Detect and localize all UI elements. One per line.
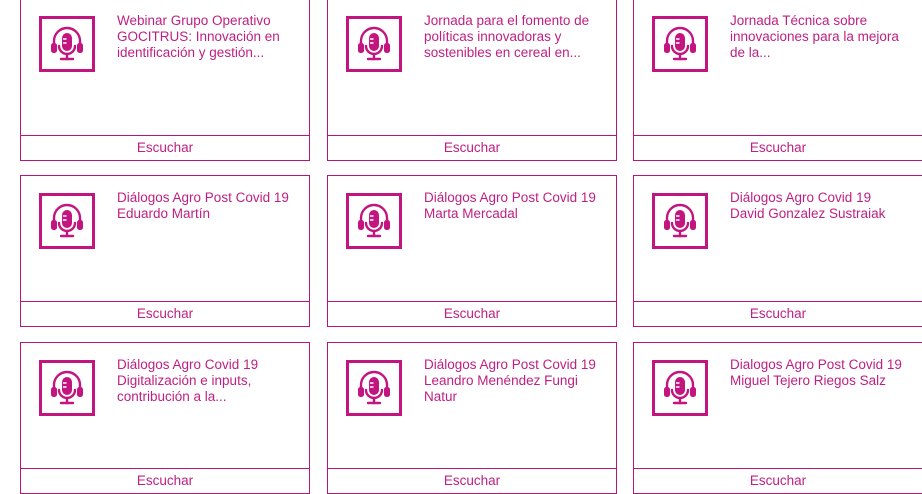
podcast-microphone-icon[interactable] (652, 193, 708, 249)
podcast-microphone-icon[interactable] (652, 16, 708, 72)
podcast-card: Diálogos Agro Covid 19 Digitalización e … (20, 342, 310, 494)
podcast-title[interactable]: Diálogos Agro Post Covid 19 Leandro Mené… (424, 357, 602, 405)
listen-button[interactable]: Escuchar (634, 301, 922, 326)
listen-button[interactable]: Escuchar (328, 301, 616, 326)
listen-button[interactable]: Escuchar (634, 135, 922, 160)
podcast-title[interactable]: Jornada Técnica sobre innovaciones para … (730, 13, 908, 61)
podcast-microphone-icon[interactable] (39, 360, 95, 416)
podcast-microphone-icon[interactable] (652, 360, 708, 416)
podcast-card: Diálogos Agro Post Covid 19 Marta Mercad… (327, 175, 617, 327)
podcast-microphone-icon[interactable] (39, 193, 95, 249)
podcast-card: Dialogos Agro Post Covid 19 Miguel Tejer… (633, 342, 922, 494)
podcast-card: Jornada Técnica sobre innovaciones para … (633, 0, 922, 161)
podcast-card: Diálogos Agro Covid 19 David Gonzalez Su… (633, 175, 922, 327)
podcast-title[interactable]: Diálogos Agro Post Covid 19 Marta Mercad… (424, 190, 602, 222)
podcast-title[interactable]: Diálogos Agro Covid 19 Digitalización e … (117, 357, 295, 405)
listen-button[interactable]: Escuchar (21, 135, 309, 160)
podcast-card: Webinar Grupo Operativo GOCITRUS: Innova… (20, 0, 310, 161)
podcast-card: Diálogos Agro Post Covid 19 Eduardo Mart… (20, 175, 310, 327)
podcast-microphone-icon[interactable] (346, 193, 402, 249)
podcast-grid: Webinar Grupo Operativo GOCITRUS: Innova… (0, 0, 922, 494)
podcast-title[interactable]: Jornada para el fomento de políticas inn… (424, 13, 602, 61)
podcast-title[interactable]: Diálogos Agro Covid 19 David Gonzalez Su… (730, 190, 908, 222)
podcast-title[interactable]: Diálogos Agro Post Covid 19 Eduardo Mart… (117, 190, 295, 222)
listen-button[interactable]: Escuchar (328, 468, 616, 493)
listen-button[interactable]: Escuchar (21, 301, 309, 326)
podcast-microphone-icon[interactable] (39, 16, 95, 72)
podcast-card: Diálogos Agro Post Covid 19 Leandro Mené… (327, 342, 617, 494)
podcast-title[interactable]: Dialogos Agro Post Covid 19 Miguel Tejer… (730, 357, 908, 389)
podcast-title[interactable]: Webinar Grupo Operativo GOCITRUS: Innova… (117, 13, 295, 61)
podcast-microphone-icon[interactable] (346, 16, 402, 72)
listen-button[interactable]: Escuchar (21, 468, 309, 493)
podcast-card: Jornada para el fomento de políticas inn… (327, 0, 617, 161)
listen-button[interactable]: Escuchar (634, 468, 922, 493)
podcast-microphone-icon[interactable] (346, 360, 402, 416)
listen-button[interactable]: Escuchar (328, 135, 616, 160)
